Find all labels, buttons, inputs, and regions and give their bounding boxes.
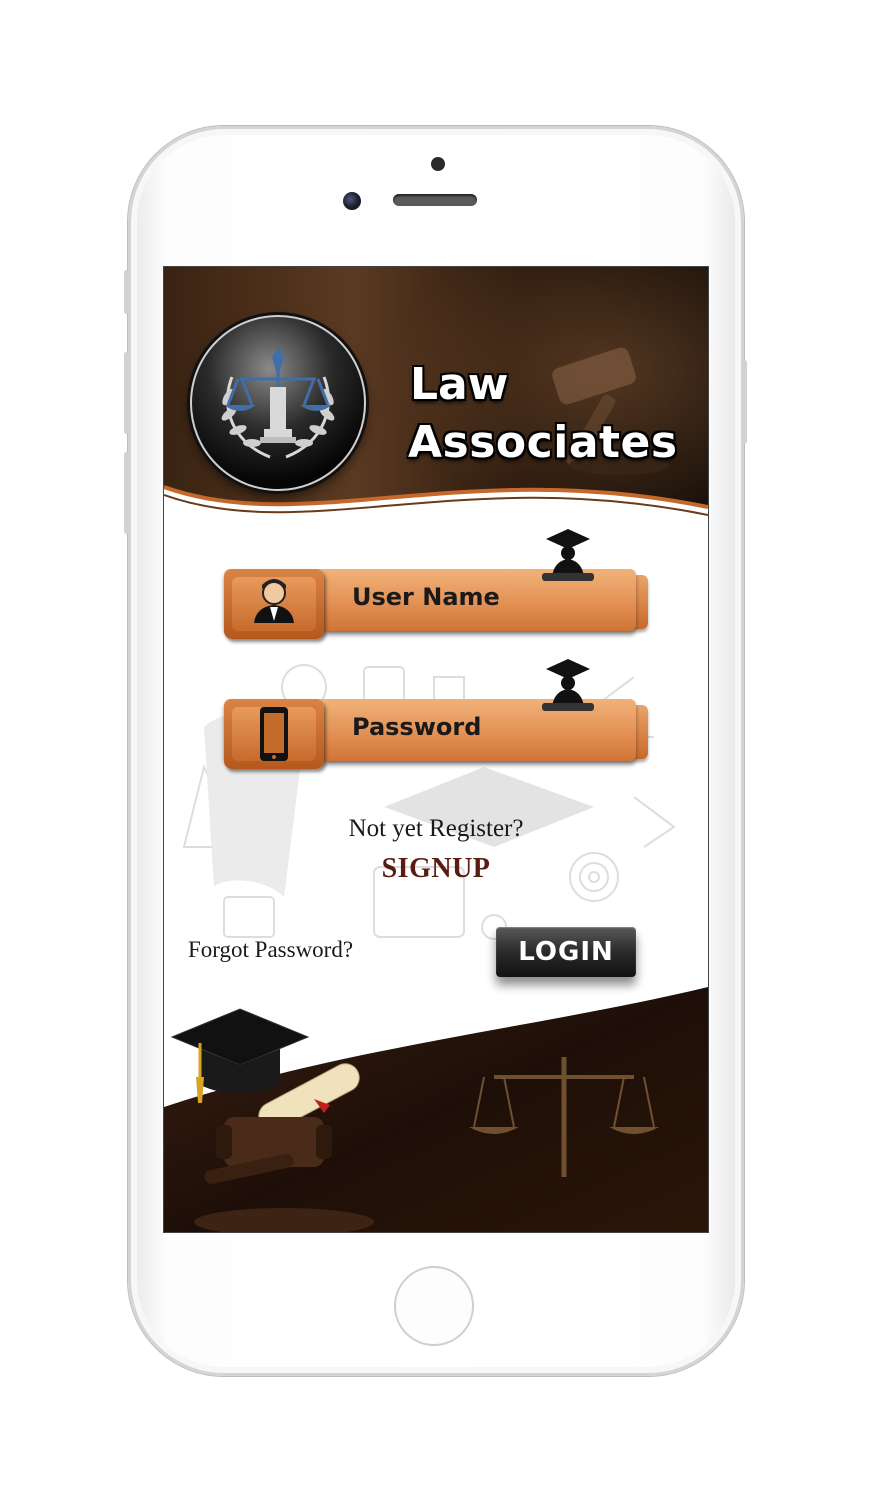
user-avatar-icon <box>254 579 294 623</box>
front-camera <box>343 192 361 210</box>
volume-down-button <box>124 452 129 534</box>
volume-up-button <box>124 352 129 434</box>
brand-line-2: Associates <box>408 417 678 468</box>
login-button[interactable]: LOGIN <box>496 927 636 977</box>
mobile-phone-icon <box>260 707 288 761</box>
signup-link[interactable]: SIGNUP <box>164 853 708 885</box>
register-prompt: Not yet Register? <box>348 815 524 842</box>
password-label: Password <box>352 713 482 741</box>
brand-line-1: Law <box>410 359 509 410</box>
graduate-icon <box>542 529 594 581</box>
proximity-sensor <box>431 157 445 171</box>
gavel-icon <box>194 1117 374 1232</box>
scales-icon <box>469 1057 659 1177</box>
logo-emblem <box>190 315 366 491</box>
graduate-icon <box>542 659 594 711</box>
home-button[interactable] <box>394 1266 474 1346</box>
forgot-password-link[interactable]: Forgot Password? <box>188 937 353 963</box>
app-screen: Law Associates User Name Password Not ye… <box>163 266 709 1233</box>
username-label: User Name <box>352 583 500 611</box>
earpiece-speaker <box>393 194 477 206</box>
power-button <box>742 360 747 444</box>
mute-switch <box>124 270 129 314</box>
brand-title: Law Associates <box>408 363 678 465</box>
scales-logo-icon <box>221 347 335 459</box>
